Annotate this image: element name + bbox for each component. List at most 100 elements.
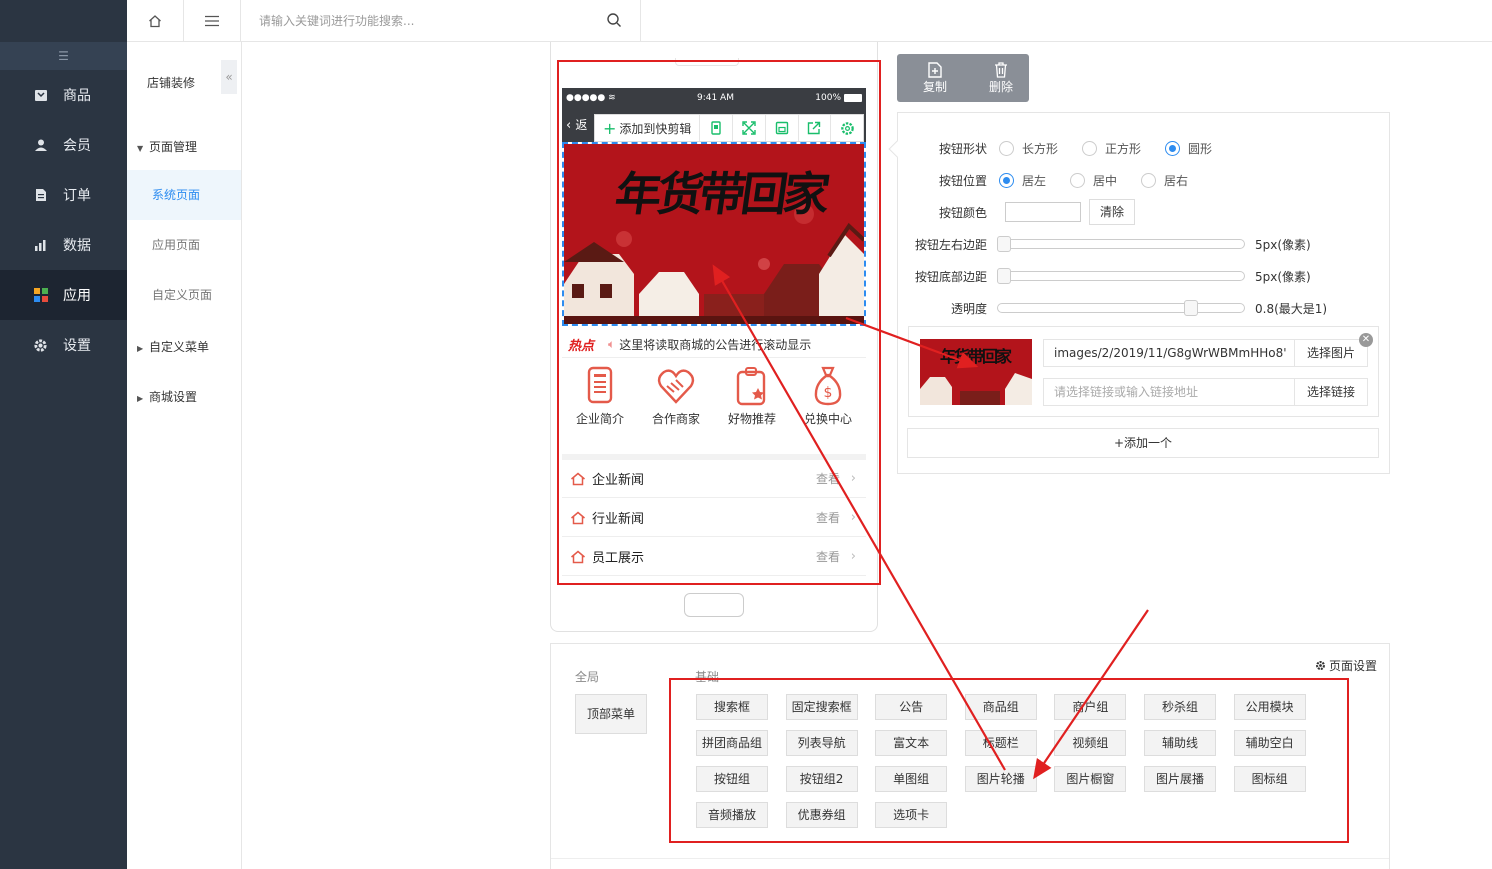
group-label: 商城设置 [149, 390, 198, 404]
bottom-margin-value: 5px(像素) [1255, 269, 1311, 284]
lr-margin-label: 按钮左右边距 [914, 237, 987, 252]
home-icon [149, 14, 161, 27]
position-center-radio[interactable]: 居中 [1070, 172, 1117, 189]
goods-icon [33, 88, 48, 103]
sidebar-item-label: 商品 [63, 88, 91, 104]
opacity-slider[interactable] [997, 300, 1245, 316]
phone-home-button [684, 593, 744, 617]
shape-rectangle-radio[interactable]: 长方形 [999, 140, 1058, 157]
search-input[interactable] [259, 0, 599, 41]
component-actions: 复制 删除 [897, 54, 1029, 102]
sidebar-item-settings[interactable]: 设置 [0, 320, 127, 370]
shape-circle-radio[interactable]: 圆形 [1165, 140, 1212, 157]
group-shop-settings[interactable]: ▶ 商城设置 [137, 388, 197, 405]
bottom-margin-label: 按钮底部边距 [914, 269, 987, 284]
group-page-management[interactable]: ▼ 页面管理 [137, 138, 197, 155]
sidebar-item-label: 会员 [63, 138, 91, 154]
add-item-button[interactable]: +添加一个 [907, 428, 1379, 458]
order-icon [33, 188, 48, 203]
carousel-item-thumbnail: 年货带回家 [920, 339, 1032, 405]
gear-icon [33, 338, 48, 353]
radio-label: 居右 [1164, 173, 1189, 188]
caret-down-icon: ▼ [137, 144, 144, 153]
color-picker[interactable] [1005, 202, 1081, 222]
hamburger-icon [205, 15, 219, 26]
position-left-radio[interactable]: 居左 [999, 172, 1046, 189]
add-item-label: 添加一个 [1124, 436, 1173, 450]
position-right-radio[interactable]: 居右 [1141, 172, 1188, 189]
copy-file-icon [928, 61, 942, 78]
carousel-settings-panel: 按钮形状 长方形 正方形 圆形 按钮位置 居左 居中 居右 按钮颜色 清除 按钮… [888, 112, 1390, 474]
top-bar [127, 0, 1492, 42]
slider-handle[interactable] [997, 268, 1011, 284]
search-bar [241, 0, 641, 41]
sidebar-item-data[interactable]: 数据 [0, 220, 127, 270]
page-settings-label: 页面设置 [1329, 659, 1378, 673]
thumbnail-title: 年货带回家 [940, 347, 1012, 366]
chart-icon [33, 238, 48, 253]
sidebar-item-label: 应用 [63, 288, 91, 304]
group-label: 页面管理 [149, 140, 198, 154]
choose-link-button[interactable]: 选择链接 [1294, 378, 1368, 406]
sidebar-item-label: 设置 [63, 338, 91, 354]
link-input[interactable]: 请选择链接或输入链接地址 [1043, 378, 1295, 406]
radio-label: 圆形 [1188, 141, 1213, 156]
sidebar-item-label: 数据 [63, 238, 91, 254]
bottom-margin-row: 按钮底部边距 5px(像素) [898, 264, 1311, 288]
opacity-label: 透明度 [950, 301, 987, 316]
delete-label: 删除 [988, 79, 1013, 94]
group-label: 自定义菜单 [149, 340, 210, 354]
lr-margin-value: 5px(像素) [1255, 237, 1311, 252]
user-icon [33, 138, 48, 153]
image-path-input[interactable]: images/2/2019/11/G8gWrWBMmHHo8' [1043, 339, 1295, 367]
sidebar-item-orders[interactable]: 订单 [0, 170, 127, 220]
opacity-row: 透明度 0.8(最大是1) [898, 296, 1327, 320]
sidebar-item-members[interactable]: 会员 [0, 120, 127, 170]
main-sidebar: ☰ 商品 会员 订单 数据 应用 设置 [0, 0, 127, 869]
lr-margin-slider[interactable] [997, 236, 1245, 252]
copy-label: 复制 [922, 79, 947, 94]
search-icon[interactable] [606, 12, 622, 28]
page-settings-button[interactable]: 页面设置 [1315, 657, 1377, 674]
sidebar-item-goods[interactable]: 商品 [0, 70, 127, 120]
radio-label: 正方形 [1105, 141, 1142, 156]
sidebar-collapse-icon[interactable]: ☰ [0, 42, 127, 70]
radio-label: 居左 [1022, 173, 1047, 188]
collapse-secondary-button[interactable]: « [221, 60, 237, 94]
radio-label: 居中 [1093, 173, 1118, 188]
top-menu-component-button[interactable]: 顶部菜单 [575, 694, 647, 734]
copy-button[interactable]: 复制 [907, 54, 963, 102]
caret-right-icon: ▶ [137, 394, 144, 403]
annotation-box-components [669, 678, 1349, 843]
trash-icon [995, 61, 1007, 78]
sidebar-item-label: 订单 [63, 188, 91, 204]
caret-right-icon: ▶ [137, 344, 144, 353]
group-custom-menu[interactable]: ▶ 自定义菜单 [137, 338, 209, 355]
position-row: 按钮位置 居左 居中 居右 [898, 168, 1188, 192]
annotation-box-phone [557, 60, 881, 585]
panel-divider [551, 858, 1389, 859]
remove-item-icon[interactable]: ✕ [1359, 333, 1373, 347]
position-label: 按钮位置 [938, 173, 987, 188]
color-label: 按钮颜色 [938, 205, 987, 220]
sub-link-app-pages[interactable]: 应用页面 [127, 220, 241, 270]
slider-handle[interactable] [997, 236, 1011, 252]
opacity-value: 0.8(最大是1) [1255, 301, 1328, 316]
sub-link-custom-pages[interactable]: 自定义页面 [127, 270, 241, 320]
home-button[interactable] [127, 0, 184, 41]
menu-button[interactable] [184, 0, 241, 41]
color-row: 按钮颜色 清除 [898, 199, 1136, 225]
slider-handle[interactable] [1184, 300, 1199, 316]
bottom-margin-slider[interactable] [997, 268, 1245, 284]
shape-label: 按钮形状 [938, 141, 987, 156]
carousel-item-card: 年货带回家 images/2/2019/11/G8gWrWBMmHHo8' 选择… [908, 326, 1379, 417]
shape-square-radio[interactable]: 正方形 [1082, 140, 1141, 157]
sub-link-system-pages[interactable]: 系统页面 [127, 170, 241, 220]
apps-icon [33, 288, 48, 303]
radio-label: 长方形 [1022, 141, 1059, 156]
global-section-title: 全局 [575, 670, 600, 684]
delete-button[interactable]: 删除 [973, 54, 1029, 102]
choose-image-button[interactable]: 选择图片 [1294, 339, 1368, 367]
clear-color-button[interactable]: 清除 [1089, 199, 1136, 225]
sidebar-item-apps[interactable]: 应用 [0, 270, 127, 320]
